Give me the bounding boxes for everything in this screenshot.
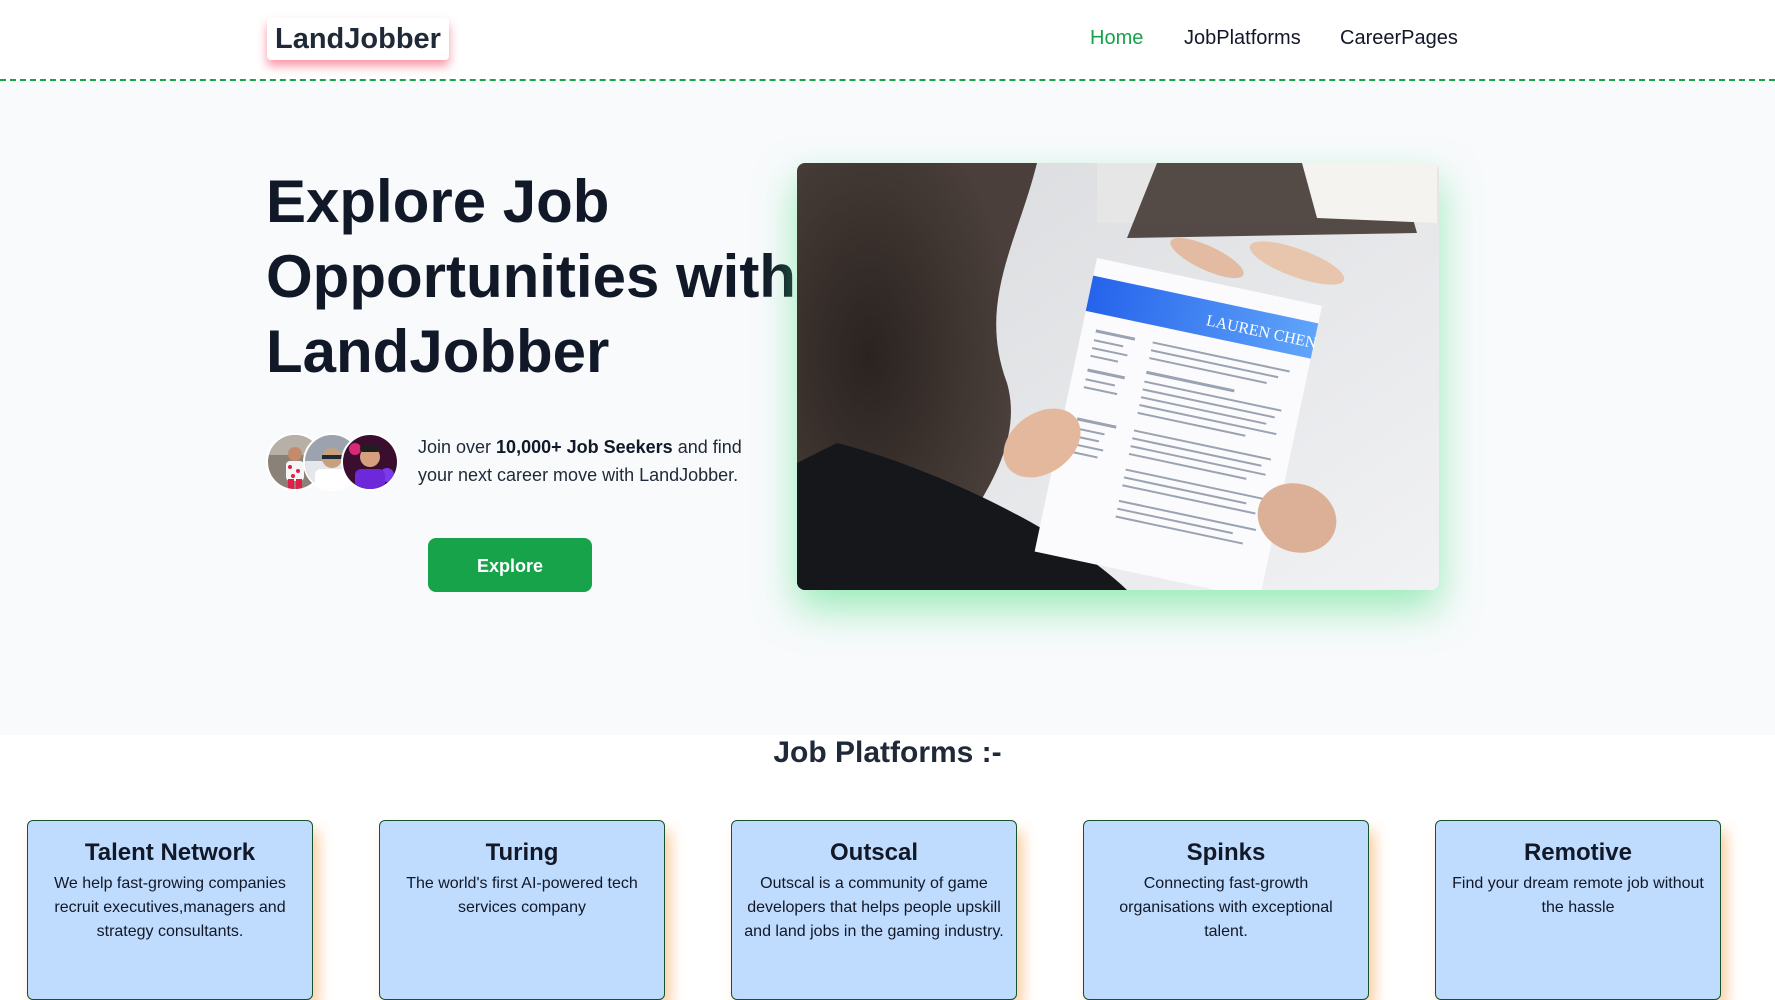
card-description: Outscal is a community of game developer… [744,875,1004,940]
card-description: Connecting fast-growth organisations wit… [1119,875,1333,940]
site-logo[interactable]: LandJobber [267,18,449,60]
seekers-prefix: Join over [418,437,497,457]
card-title: Outscal [829,839,919,866]
avatar [341,433,399,491]
card-title: Spinks [1186,839,1266,866]
card-title: Talent Network [84,839,256,866]
seekers-text: Join over 10,000+ Job Seekers and find y… [418,433,758,489]
card-title: Remotive [1523,839,1633,866]
hero-image: LAUREN CHEN [797,163,1439,590]
hero-section: Explore Job Opportunities with LandJobbe… [0,81,1775,735]
card-description: The world's first AI-powered tech servic… [406,875,638,916]
nav-home[interactable]: Home [1090,26,1143,50]
card-title: Turing [485,839,559,866]
hero-title: Explore Job Opportunities with LandJobbe… [266,168,796,385]
nav-job-platforms[interactable]: JobPlatforms [1184,26,1301,50]
card-description: We help fast-growing companies recruit e… [54,875,286,940]
avatar-group [266,433,406,491]
site-header: LandJobber Home JobPlatforms CareerPages [0,0,1775,81]
platform-card-talent-network[interactable]: Talent Network We help fast-growing comp… [27,820,313,1000]
platform-card-outscal[interactable]: Outscal Outscal is a community of game d… [731,820,1017,1000]
platform-card-remotive[interactable]: Remotive Find your dream remote job with… [1435,820,1721,1000]
card-description: Find your dream remote job without the h… [1452,875,1704,916]
platform-card-turing[interactable]: Turing The world's first AI-powered tech… [379,820,665,1000]
explore-button[interactable]: Explore [428,538,592,592]
seekers-count: 10,000+ Job Seekers [496,437,673,457]
nav-career-pages[interactable]: CareerPages [1340,26,1458,50]
job-platforms-heading: Job Platforms :- [773,736,1002,769]
platform-card-spinks[interactable]: Spinks Connecting fast-growth organisati… [1083,820,1369,1000]
